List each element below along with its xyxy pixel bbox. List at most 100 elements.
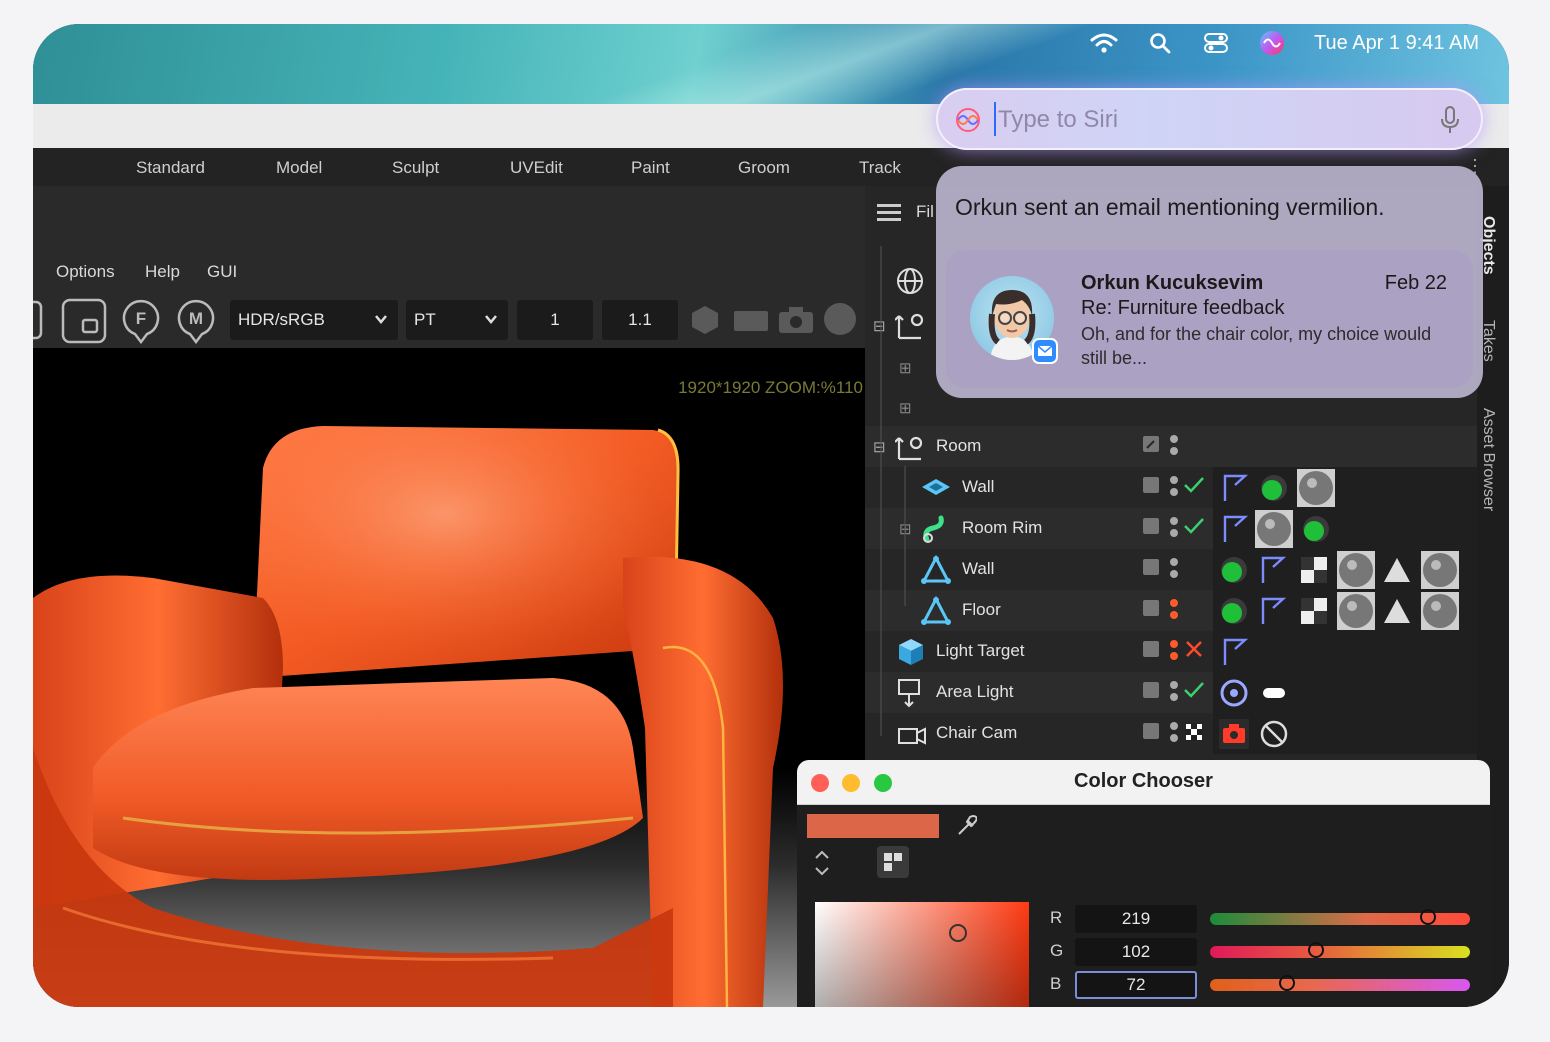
email-card[interactable]: Orkun Kucuksevim Feb 22 Re: Furniture fe… <box>946 250 1473 388</box>
value-field-2[interactable]: 1.1 <box>602 300 678 340</box>
material-tag-green-icon[interactable] <box>1219 596 1249 626</box>
tree-item-room-rim[interactable]: ⊞ Room Rim <box>865 508 1477 549</box>
visibility-dots-icon[interactable] <box>1169 434 1179 463</box>
crop-tool-icon[interactable] <box>61 298 107 349</box>
enabled-check-icon[interactable] <box>1183 475 1205 500</box>
saturation-value-picker[interactable] <box>815 902 1029 1007</box>
edit-icon[interactable] <box>1143 600 1159 621</box>
tab-groom[interactable]: Groom <box>738 158 790 178</box>
material-tag-gray-icon[interactable] <box>1421 592 1459 630</box>
material-tag-green-icon[interactable] <box>1219 555 1249 585</box>
uvw-tag-icon[interactable] <box>1301 598 1327 624</box>
green-slider-knob[interactable] <box>1308 942 1324 958</box>
sphere-icon[interactable] <box>823 302 857 341</box>
menu-options[interactable]: Options <box>56 262 115 282</box>
blue-value-field[interactable]: 72 <box>1075 971 1197 999</box>
tab-paint[interactable]: Paint <box>631 158 670 178</box>
material-tag-green-icon[interactable] <box>1259 473 1289 503</box>
siri-icon[interactable] <box>1258 29 1286 57</box>
menubar-clock[interactable]: Tue Apr 1 9:41 AM <box>1314 32 1479 55</box>
tab-model[interactable]: Model <box>276 158 322 178</box>
color-picker-knob[interactable] <box>949 924 967 942</box>
camera-tag-icon[interactable] <box>1219 719 1249 749</box>
edit-icon[interactable] <box>1143 723 1159 744</box>
tree-item-wall-2[interactable]: Wall <box>865 549 1477 590</box>
tree-item-wall[interactable]: Wall <box>865 467 1477 508</box>
edit-icon[interactable] <box>1143 682 1159 703</box>
microphone-icon[interactable] <box>1440 105 1460 135</box>
region-tool-icon[interactable] <box>33 298 45 347</box>
marker-m-icon[interactable]: M <box>176 298 216 349</box>
material-tag-gray-icon[interactable] <box>1297 469 1335 507</box>
selection-tag-icon[interactable] <box>1383 598 1411 624</box>
current-color-swatch[interactable] <box>807 814 939 838</box>
spotlight-search-icon[interactable] <box>1146 29 1174 57</box>
green-value-field[interactable]: 102 <box>1075 938 1197 966</box>
material-tag-gray-icon[interactable] <box>1421 551 1459 589</box>
visibility-dots-icon[interactable] <box>1169 639 1179 668</box>
tree-item-chair-cam[interactable]: Chair Cam <box>865 713 1477 754</box>
phong-tag-icon[interactable] <box>1221 473 1249 503</box>
disabled-cross-icon[interactable] <box>1185 640 1203 663</box>
red-slider[interactable] <box>1210 909 1470 925</box>
edit-icon[interactable] <box>1143 436 1159 457</box>
stepper-arrows-icon[interactable] <box>813 848 831 878</box>
wifi-icon[interactable] <box>1090 29 1118 57</box>
visibility-dots-icon[interactable] <box>1169 680 1179 709</box>
tree-item-floor[interactable]: Floor <box>865 590 1477 631</box>
blue-slider-knob[interactable] <box>1279 975 1295 991</box>
material-tag-gray-icon[interactable] <box>1337 592 1375 630</box>
green-slider[interactable] <box>1210 942 1470 958</box>
file-menu[interactable]: Fil <box>916 202 934 222</box>
visibility-dots-icon[interactable] <box>1169 557 1179 586</box>
uvw-tag-icon[interactable] <box>1301 557 1327 583</box>
siri-text-input[interactable] <box>996 102 1420 138</box>
edit-icon[interactable] <box>1143 559 1159 580</box>
favorite-f-icon[interactable]: F <box>121 298 161 349</box>
display-select[interactable]: PT <box>406 300 508 340</box>
material-tag-gray-icon[interactable] <box>1337 551 1375 589</box>
control-center-icon[interactable] <box>1202 29 1230 57</box>
enabled-check-icon[interactable] <box>1183 680 1205 705</box>
color-space-select[interactable]: HDR/sRGB <box>230 300 398 340</box>
tree-item-area-light[interactable]: Area Light <box>865 672 1477 713</box>
edit-icon[interactable] <box>1143 518 1159 539</box>
siri-input-bar[interactable] <box>936 88 1483 150</box>
visibility-dots-icon[interactable] <box>1169 721 1179 750</box>
selection-tag-icon[interactable] <box>1383 557 1411 583</box>
rectangle-icon[interactable] <box>733 310 769 337</box>
phong-tag-icon[interactable] <box>1221 637 1249 667</box>
visibility-dots-icon[interactable] <box>1169 516 1179 545</box>
side-tab-asset-browser[interactable]: Asset Browser <box>1479 408 1497 511</box>
phong-tag-icon[interactable] <box>1221 514 1249 544</box>
tab-uvedit[interactable]: UVEdit <box>510 158 563 178</box>
tab-track[interactable]: Track <box>859 158 901 178</box>
tree-item-light-target[interactable]: Light Target <box>865 631 1477 672</box>
target-tag-icon[interactable] <box>1219 678 1249 708</box>
value-field-1[interactable]: 1 <box>517 300 593 340</box>
menu-help[interactable]: Help <box>145 262 180 282</box>
material-tag-gray-icon[interactable] <box>1255 510 1293 548</box>
visibility-dots-icon[interactable] <box>1169 475 1179 504</box>
hamburger-menu-icon[interactable] <box>877 204 901 222</box>
phong-tag-icon[interactable] <box>1259 596 1287 626</box>
edit-icon[interactable] <box>1143 477 1159 498</box>
render-viewport[interactable]: 1920*1920 ZOOM:%110 <box>33 348 865 1007</box>
menu-gui[interactable]: GUI <box>207 262 237 282</box>
palette-grid-icon[interactable] <box>877 846 909 878</box>
material-tag-green-icon[interactable] <box>1301 514 1331 544</box>
protection-tag-icon[interactable] <box>1259 719 1289 749</box>
edit-icon[interactable] <box>1143 641 1159 662</box>
red-slider-knob[interactable] <box>1420 909 1436 925</box>
light-tag-icon[interactable] <box>1259 682 1289 704</box>
visibility-dots-icon[interactable] <box>1169 598 1179 627</box>
red-value-field[interactable]: 219 <box>1075 905 1197 933</box>
eyedropper-icon[interactable] <box>955 814 977 838</box>
hexagon-icon[interactable] <box>689 304 721 341</box>
phong-tag-icon[interactable] <box>1259 555 1287 585</box>
dither-icon[interactable] <box>1185 723 1203 746</box>
tab-sculpt[interactable]: Sculpt <box>392 158 439 178</box>
camera-icon[interactable] <box>778 306 814 339</box>
blue-slider[interactable] <box>1210 975 1470 991</box>
tab-standard[interactable]: Standard <box>136 158 205 178</box>
